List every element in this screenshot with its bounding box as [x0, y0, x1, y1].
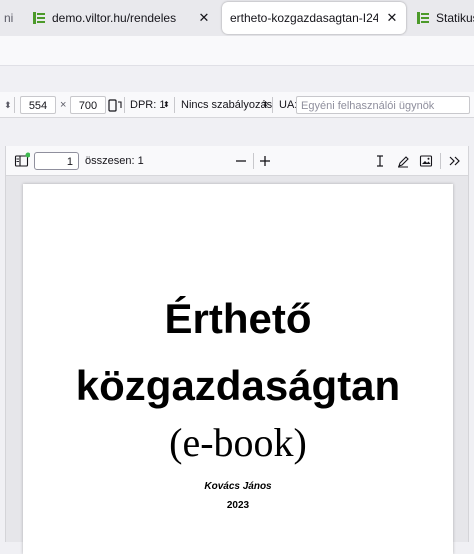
viewport-margin — [0, 118, 474, 146]
tab-demo-rendeles[interactable]: demo.viltor.hu/rendeles ✕ — [32, 2, 218, 34]
throttling-dropdown[interactable]: Nincs szabályozás — [181, 96, 272, 114]
more-tools-icon[interactable] — [448, 152, 462, 170]
document-title-line2: közgazdaságtan — [75, 362, 401, 409]
tab-label: ertheto-kozgazdasagtan-I244AJ2.pdf — [230, 11, 378, 25]
text-tool-icon[interactable] — [373, 152, 387, 170]
dpr-dropdown-arrow-icon: ⬍ — [163, 100, 170, 109]
navigation-toolbar — [0, 36, 474, 66]
image-tool-icon[interactable] — [419, 152, 433, 170]
document-subtitle: (e-book) — [169, 420, 307, 465]
zoom-in-icon[interactable] — [258, 152, 272, 170]
pdf-page: Érthető közgazdaságtan (e-book) Kovács J… — [23, 184, 453, 554]
pdf-toolbar: 1 összesen: 1 — [6, 146, 468, 176]
device-dropdown-arrow-icon[interactable]: ⬍ — [4, 96, 12, 114]
throttling-dropdown-arrow-icon: ⬍ — [262, 100, 269, 109]
page-count-label: összesen: 1 — [85, 155, 144, 167]
sidebar-toggle-icon[interactable] — [14, 152, 30, 170]
ua-label: UA: — [279, 99, 298, 111]
user-agent-input[interactable]: Egyéni felhasználói ügynök — [296, 96, 470, 114]
document-title-line1: Érthető — [164, 295, 312, 342]
divider — [272, 97, 273, 113]
tab-label: demo.viltor.hu/rendeles — [52, 11, 177, 25]
document-year: 2023 — [226, 500, 250, 511]
site-favicon-icon — [33, 12, 45, 24]
draw-tool-icon[interactable] — [396, 152, 410, 170]
tab-partial-left[interactable]: ni — [0, 2, 26, 34]
close-tab-icon[interactable]: ✕ — [384, 10, 400, 26]
dimension-separator-icon: × — [60, 99, 67, 111]
dpr-dropdown[interactable]: DPR: 1 — [130, 96, 165, 114]
viewport-width-input[interactable]: 554 — [20, 96, 56, 114]
pdf-viewer: 1 összesen: 1 Érthető közgazdaságtan (e-… — [5, 146, 469, 554]
responsive-design-toolbar: ⬍ 554 × 700 DPR: 1 ⬍ Nincs szabályozás ⬍… — [0, 92, 474, 118]
divider — [253, 153, 254, 169]
page-number-input[interactable]: 1 — [34, 152, 79, 170]
divider — [14, 97, 15, 113]
site-favicon-icon — [417, 12, 429, 24]
document-author: Kovács János — [204, 481, 272, 492]
divider — [440, 153, 441, 169]
tab-statikus[interactable]: Statikus l — [416, 2, 474, 34]
divider — [124, 97, 125, 113]
rotate-viewport-icon[interactable] — [108, 96, 122, 114]
tab-label: ni — [4, 11, 14, 25]
viewport-height-input[interactable]: 700 — [70, 96, 106, 114]
tab-label: Statikus l — [436, 11, 474, 25]
tab-pdf-document[interactable]: ertheto-kozgazdasagtan-I244AJ2.pdf ✕ — [222, 2, 406, 34]
tab-strip: ni demo.viltor.hu/rendeles ✕ ertheto-koz… — [0, 0, 474, 36]
close-tab-icon[interactable]: ✕ — [196, 10, 212, 26]
divider — [174, 97, 175, 113]
zoom-out-icon[interactable] — [234, 152, 248, 170]
toolbar-spacer — [0, 66, 474, 92]
